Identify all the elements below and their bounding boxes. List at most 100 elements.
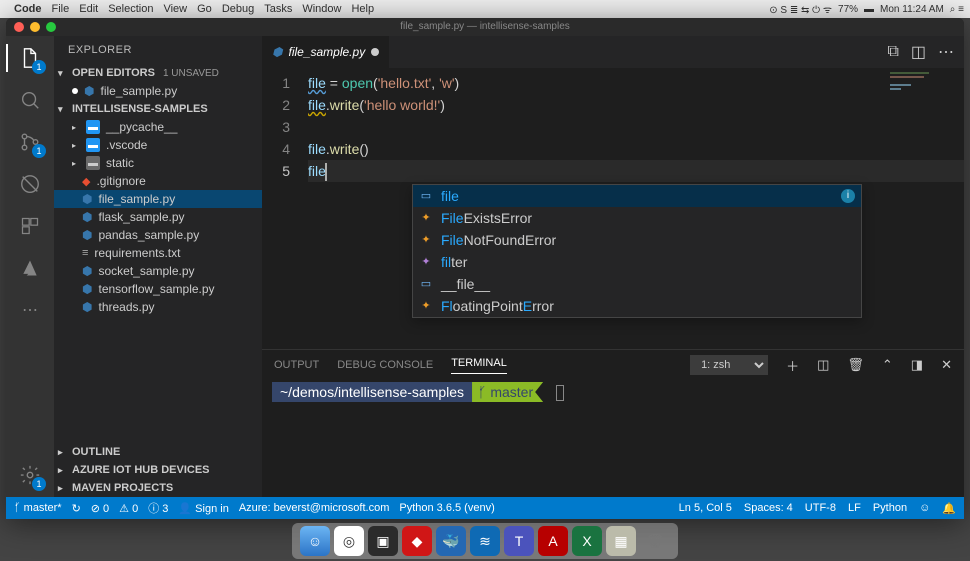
suggest-item[interactable]: ✦FileExistsError	[413, 207, 861, 229]
compare-icon[interactable]: ⧉	[887, 43, 898, 61]
more-icon[interactable]: ⋯	[16, 296, 44, 324]
maximize-panel-icon[interactable]: ⌃	[882, 357, 893, 373]
settings-icon[interactable]: 1	[16, 461, 44, 489]
status-errors[interactable]: ⊘ 0	[91, 502, 109, 515]
source-control-icon[interactable]: 1	[16, 128, 44, 156]
status-encoding[interactable]: UTF-8	[805, 502, 836, 514]
terminal-cursor	[556, 385, 564, 401]
prompt-branch: ᚶ master	[472, 382, 543, 402]
new-terminal-icon[interactable]: ＋	[786, 356, 799, 375]
file-requirements[interactable]: ≡requirements.txt	[54, 244, 262, 262]
iot-section[interactable]: ▸AZURE IOT HUB DEVICES	[54, 461, 262, 479]
more-icon[interactable]: ⋯	[938, 42, 954, 62]
suggest-item[interactable]: ▭__file__	[413, 273, 861, 295]
extensions-icon[interactable]	[16, 212, 44, 240]
open-editor-item[interactable]: ⬢ file_sample.py	[54, 82, 262, 100]
menu-debug[interactable]: Debug	[222, 3, 254, 15]
file-socket-sample[interactable]: ⬢socket_sample.py	[54, 262, 262, 280]
minimap[interactable]	[890, 72, 960, 132]
explorer-icon[interactable]: 1	[16, 44, 44, 72]
dock-excel-icon[interactable]: X	[572, 526, 602, 556]
kill-terminal-icon[interactable]: 🗑	[847, 357, 864, 373]
status-warnings[interactable]: ⚠ 0	[119, 502, 138, 515]
outline-section[interactable]: ▸OUTLINE	[54, 443, 262, 461]
file-gitignore[interactable]: ◆.gitignore	[54, 172, 262, 190]
open-editors-section[interactable]: ▾ OPEN EDITORS 1 UNSAVED	[54, 64, 262, 82]
close-panel-icon[interactable]: ✕	[941, 357, 952, 373]
status-azure[interactable]: Azure: beverst@microsoft.com	[239, 502, 390, 514]
menubar-icons[interactable]: ⊙ S ≣ ⇆ ⏻ ᯤ	[769, 2, 832, 16]
status-signin[interactable]: 👤 Sign in	[178, 502, 228, 515]
folder-static[interactable]: ▸▬static	[54, 154, 262, 172]
file-file-sample[interactable]: ⬢file_sample.py	[54, 190, 262, 208]
flag-icon[interactable]: ▬	[864, 4, 874, 15]
folder-pycache[interactable]: ▸▬__pycache__	[54, 118, 262, 136]
file-pandas-sample[interactable]: ⬢pandas_sample.py	[54, 226, 262, 244]
spotlight-icon[interactable]: ⌕ ≡	[950, 4, 964, 15]
menu-file[interactable]: File	[52, 3, 70, 15]
dock-docker-icon[interactable]: 🐳	[436, 526, 466, 556]
minimize-window-button[interactable]	[30, 22, 40, 32]
tab-debug-console[interactable]: DEBUG CONSOLE	[337, 359, 433, 371]
dock-terminal-icon[interactable]: ▣	[368, 526, 398, 556]
menu-tasks[interactable]: Tasks	[264, 3, 292, 15]
status-python[interactable]: Python 3.6.5 (venv)	[399, 502, 494, 514]
dock-acrobat-icon[interactable]: A	[538, 526, 568, 556]
panel-tabs: OUTPUT DEBUG CONSOLE TERMINAL 1: zsh ＋ ◫…	[262, 350, 964, 380]
suggest-item[interactable]: ✦FileNotFoundError	[413, 229, 861, 251]
tab-terminal[interactable]: TERMINAL	[451, 357, 507, 374]
status-position[interactable]: Ln 5, Col 5	[679, 502, 732, 514]
azure-icon[interactable]	[16, 254, 44, 282]
menu-selection[interactable]: Selection	[108, 3, 153, 15]
status-sync[interactable]: ↻	[72, 502, 81, 515]
status-spaces[interactable]: Spaces: 4	[744, 502, 793, 514]
dock-trash-icon[interactable]: 🗑	[640, 526, 670, 556]
dock-teams-icon[interactable]: T	[504, 526, 534, 556]
menu-edit[interactable]: Edit	[79, 3, 98, 15]
workspace-section[interactable]: ▾ INTELLISENSE-SAMPLES	[54, 100, 262, 118]
vscode-window: file_sample.py — intellisense-samples 1 …	[6, 18, 964, 519]
status-bell-icon[interactable]: 🔔	[942, 502, 956, 515]
file-threads[interactable]: ⬢threads.py	[54, 298, 262, 316]
folder-vscode[interactable]: ▸▬.vscode	[54, 136, 262, 154]
tab-output[interactable]: OUTPUT	[274, 359, 319, 371]
move-panel-icon[interactable]: ◨	[911, 357, 923, 373]
suggest-item[interactable]: ▭filei	[413, 185, 861, 207]
split-terminal-icon[interactable]: ◫	[817, 357, 829, 373]
file-tensorflow-sample[interactable]: ⬢tensorflow_sample.py	[54, 280, 262, 298]
terminal-select[interactable]: 1: zsh	[690, 355, 768, 375]
editor-tab[interactable]: ⬢ file_sample.py	[262, 36, 390, 68]
status-eol[interactable]: LF	[848, 502, 861, 514]
close-window-button[interactable]	[14, 22, 24, 32]
info-icon[interactable]: i	[841, 189, 855, 203]
suggest-item[interactable]: ✦FloatingPointError	[413, 295, 861, 317]
status-branch[interactable]: ᚶ master*	[14, 502, 62, 514]
split-icon[interactable]: ◫	[911, 42, 926, 62]
dock-app2-icon[interactable]: ▦	[606, 526, 636, 556]
search-icon[interactable]	[16, 86, 44, 114]
menu-view[interactable]: View	[163, 3, 187, 15]
dock-finder-icon[interactable]: ☺	[300, 526, 330, 556]
dock-app-icon[interactable]: ◆	[402, 526, 432, 556]
python-icon: ⬢	[82, 264, 92, 278]
dock-vscode-icon[interactable]: ≋	[470, 526, 500, 556]
terminal[interactable]: ~/demos/intellisense-samplesᚶ master	[262, 380, 964, 497]
menu-go[interactable]: Go	[197, 3, 212, 15]
dock-chrome-icon[interactable]: ◎	[334, 526, 364, 556]
app-name[interactable]: Code	[14, 3, 42, 15]
clock[interactable]: Mon 11:24 AM	[880, 4, 944, 15]
status-info[interactable]: ⓘ 3	[148, 500, 168, 516]
status-feedback[interactable]: ☺	[919, 502, 930, 514]
chevron-right-icon: ▸	[72, 141, 80, 150]
status-lang[interactable]: Python	[873, 502, 907, 514]
file-flask-sample[interactable]: ⬢flask_sample.py	[54, 208, 262, 226]
code-editor[interactable]: 12345 file = open('hello.txt', 'w') file…	[262, 68, 964, 349]
window-title: file_sample.py — intellisense-samples	[6, 18, 964, 36]
menu-window[interactable]: Window	[302, 3, 341, 15]
battery-pct[interactable]: 77%	[838, 4, 858, 15]
suggest-item[interactable]: ✦filter	[413, 251, 861, 273]
debug-icon[interactable]	[16, 170, 44, 198]
zoom-window-button[interactable]	[46, 22, 56, 32]
maven-section[interactable]: ▸MAVEN PROJECTS	[54, 479, 262, 497]
menu-help[interactable]: Help	[351, 3, 374, 15]
